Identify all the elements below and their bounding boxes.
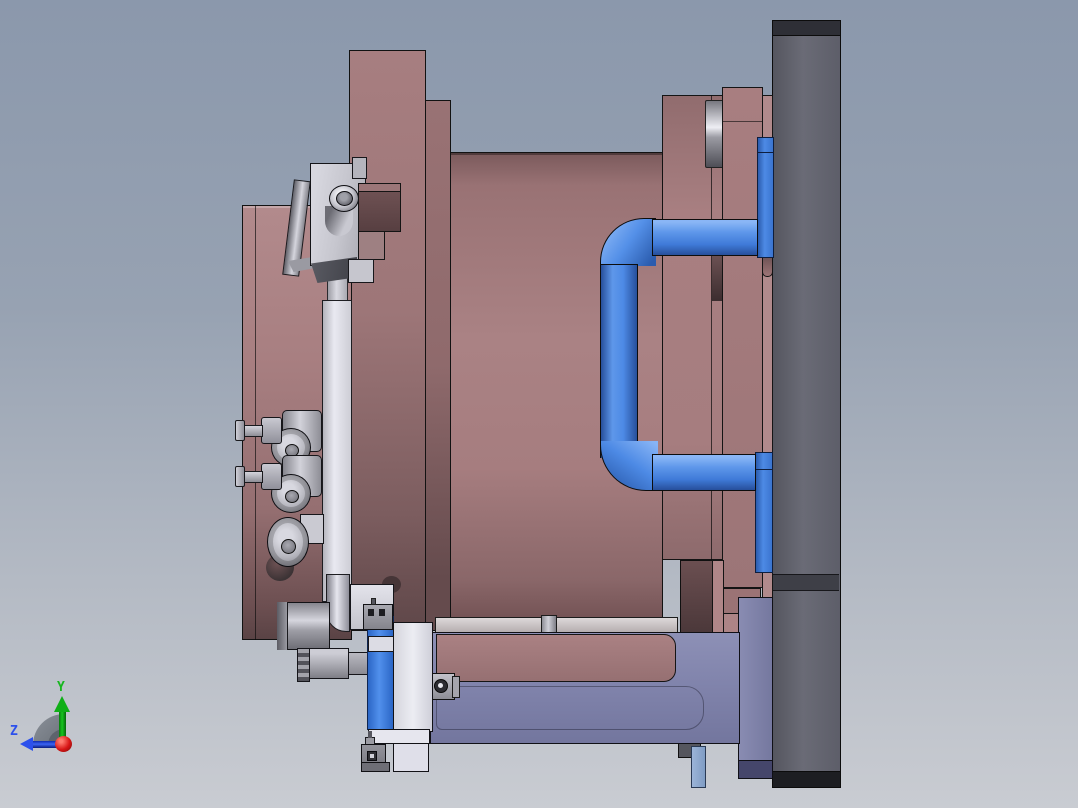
step-plate[interactable] [425,100,451,631]
platen-top-cap [772,20,841,36]
brown-block[interactable] [358,191,401,232]
terminal-pin [379,609,385,616]
bracket-tab [352,157,367,179]
barrel-cap [277,602,288,650]
plate-seam [723,121,762,122]
pipe-vertical[interactable] [600,264,638,458]
bracket-step [348,259,374,283]
bracket-flange [358,231,385,260]
housing-dark-step [738,760,773,779]
terminal-pin-top [371,598,376,605]
housing-pocket-line [436,686,704,730]
stud-rod [243,471,263,483]
water-fitting-top[interactable] [757,137,774,258]
pipe-horizontal-top[interactable] [652,219,758,256]
plate-edge-line [255,205,256,640]
housing-column[interactable] [738,597,773,761]
mold-plate-a[interactable] [349,50,426,631]
fitting-tab [452,676,460,698]
housing-pink-inset [436,634,676,682]
clamp-bar [368,729,430,744]
fitting-seam [758,152,773,153]
stud-rod [243,425,263,437]
clamp-foot-white [393,743,429,772]
y-axis-label: Y [57,680,65,695]
terminal-pin [368,609,374,616]
stud-cap [235,420,245,441]
bolt-head-inner [336,191,353,206]
origin-sphere[interactable] [55,736,72,752]
washer-hole [285,490,299,503]
terminal-block[interactable] [363,604,393,630]
washer-hole [281,539,296,554]
fitting-seam [756,469,772,470]
clamp-body-white[interactable] [393,622,433,732]
dark-slot [712,253,722,301]
platen-mid-band [773,574,839,591]
clamp-tab [368,636,394,652]
light-blue-pad [691,746,706,788]
fitting-bore-center [438,683,443,688]
knob-pin [368,731,372,738]
y-axis-arrowhead[interactable] [54,696,70,712]
z-axis-arrowhead[interactable] [20,737,33,751]
stud-cap [235,466,245,487]
gray-foot [361,762,390,772]
roller-nut [261,417,282,444]
water-fitting-bottom[interactable] [755,452,773,573]
blue-slide-strip[interactable] [367,616,394,730]
roller-nut [261,463,282,490]
stud [541,615,557,633]
pin-nub [762,256,773,277]
guide-bar[interactable] [322,300,352,602]
sub-fitting-body[interactable] [309,648,349,679]
pipe-horizontal-bottom[interactable] [652,454,756,491]
cad-viewport[interactable]: Y Z [0,0,1078,808]
bracket-hole-center [370,754,374,758]
z-axis-label: Z [10,724,18,739]
platen-bottom-band [772,771,841,788]
rear-platen[interactable] [772,20,841,788]
